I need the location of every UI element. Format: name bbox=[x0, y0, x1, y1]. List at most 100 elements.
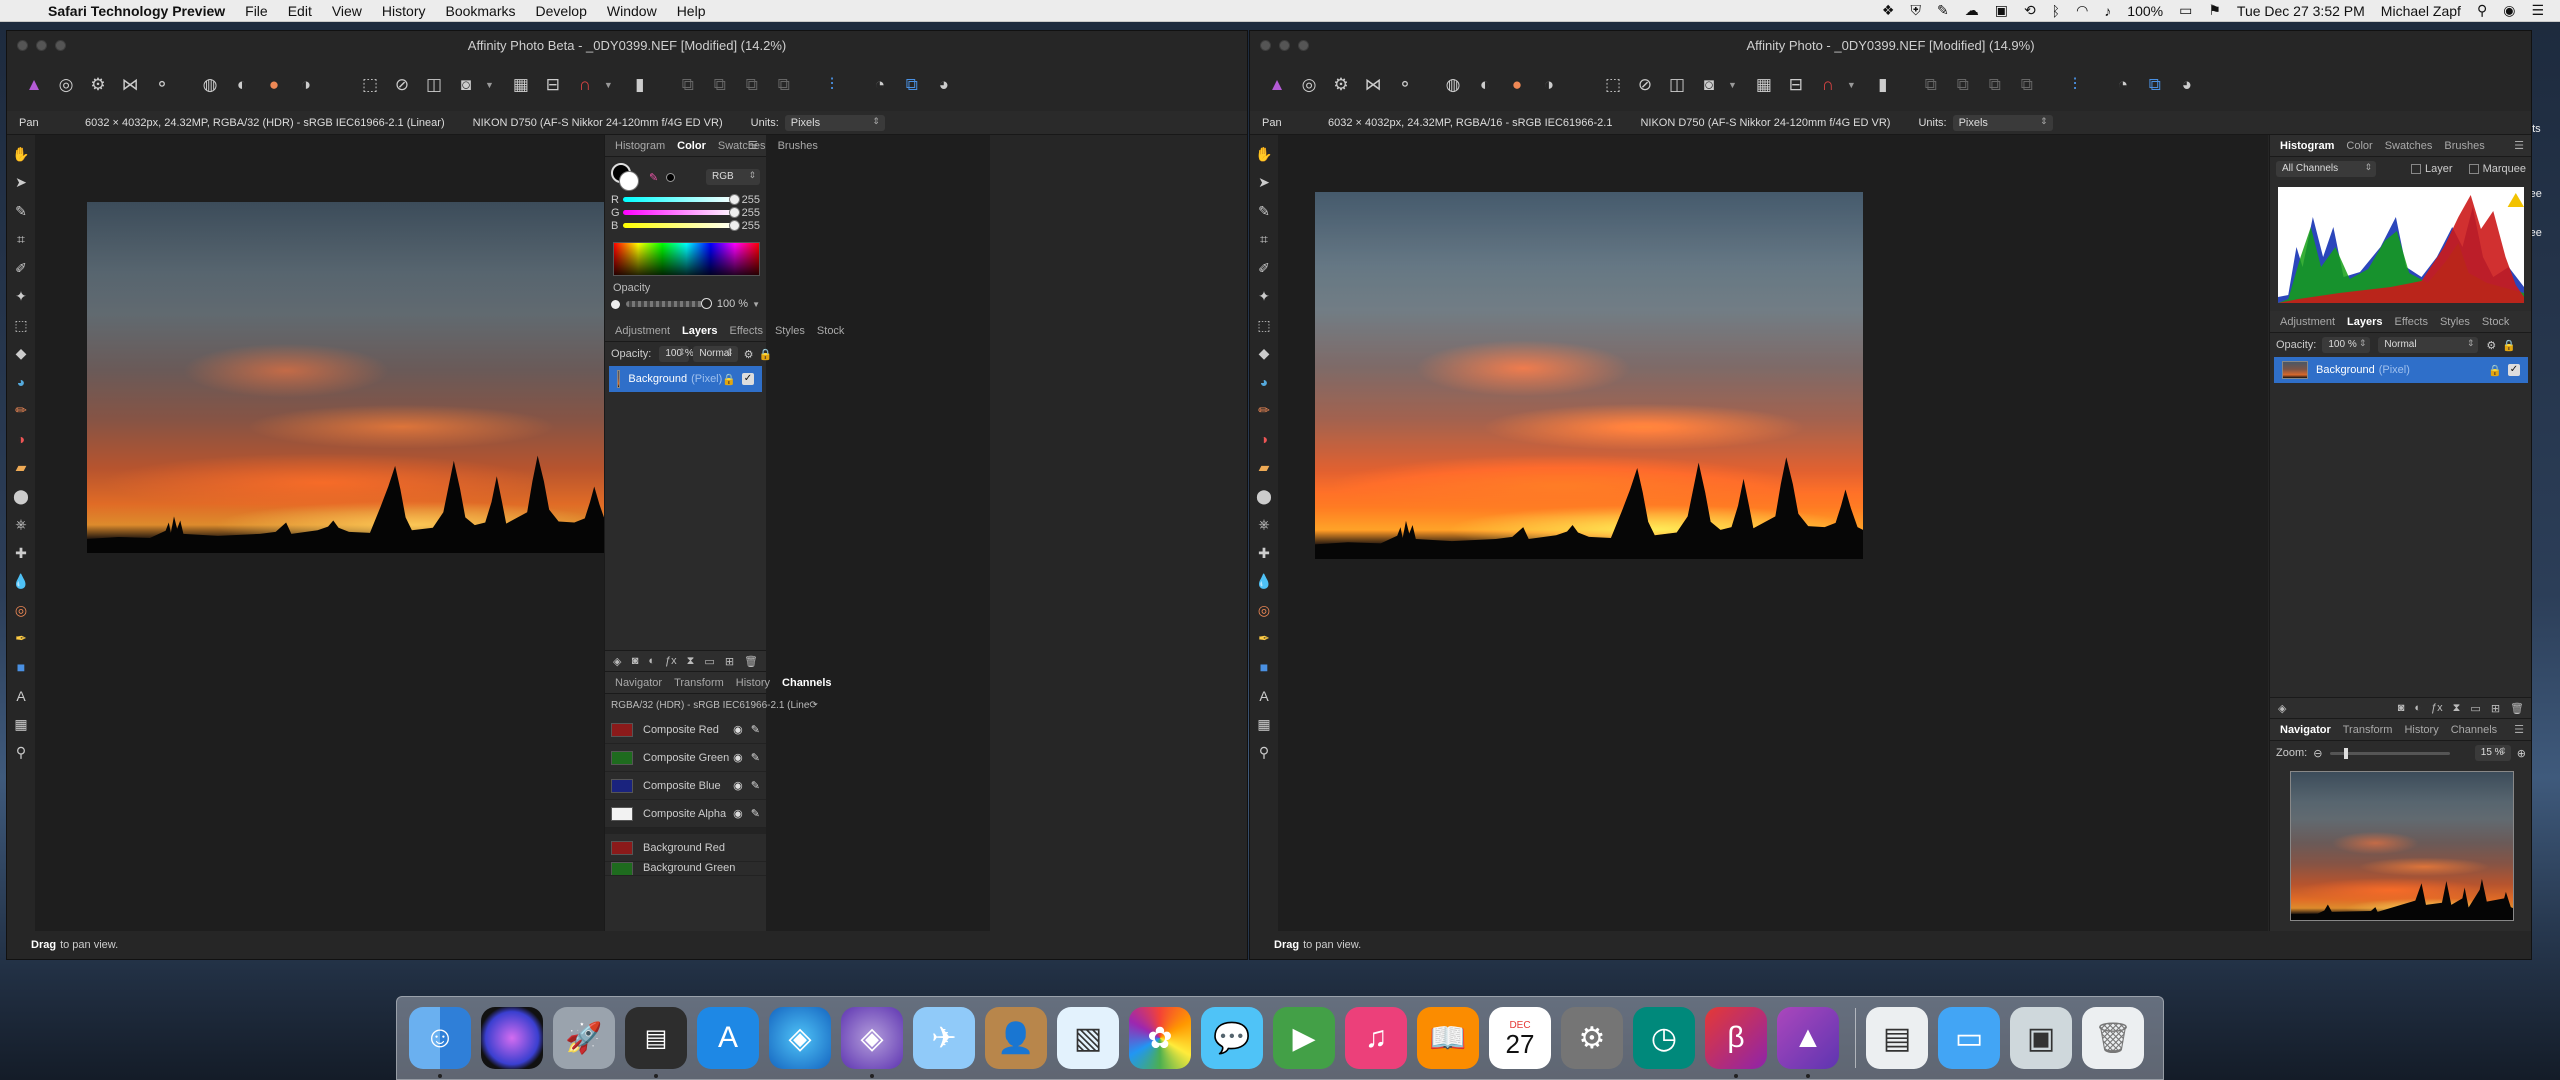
auto-levels-icon[interactable]: ◍ bbox=[1440, 72, 1466, 98]
live-filter-icon[interactable]: ⧗ bbox=[687, 655, 695, 668]
order-forward-icon[interactable]: ⧉ bbox=[1982, 72, 2008, 98]
system-preferences-icon[interactable]: ⚙ bbox=[1561, 1007, 1623, 1069]
auto-colors-icon[interactable]: ● bbox=[1504, 72, 1530, 98]
black-swatch-icon[interactable] bbox=[666, 172, 676, 182]
zoom-tool-icon[interactable]: ⚲ bbox=[10, 742, 32, 764]
eye-icon[interactable]: ◉ bbox=[733, 723, 743, 736]
fx-icon[interactable]: ƒx bbox=[665, 655, 677, 667]
tab-navigator[interactable]: Navigator bbox=[615, 677, 662, 689]
safari-technology-preview-icon[interactable]: ◈ bbox=[841, 1007, 903, 1078]
zoom-out-icon[interactable]: ⊖ bbox=[2313, 747, 2322, 760]
tab-histogram[interactable]: Histogram bbox=[615, 140, 665, 152]
channel-row[interactable]: Composite Red ◉ ✎ bbox=[605, 716, 766, 744]
order-backward-icon[interactable]: ⧉ bbox=[1950, 72, 1976, 98]
itunes-icon[interactable]: ♫ bbox=[1345, 1007, 1407, 1069]
channel-row[interactable]: Composite Green ◉ ✎ bbox=[605, 744, 766, 772]
menubar-user[interactable]: Michael Zapf bbox=[2381, 3, 2461, 19]
erase-tool-icon[interactable]: ▰ bbox=[10, 457, 32, 479]
notification-center-icon[interactable]: ☰ bbox=[2531, 2, 2544, 19]
layer-row-background[interactable]: Background (Pixel) 🔒 ✓ bbox=[609, 366, 762, 392]
auto-colors-icon[interactable]: ● bbox=[261, 72, 287, 98]
layer-lock-icon[interactable]: 🔒 bbox=[2502, 339, 2516, 352]
text-tool-icon[interactable]: A bbox=[10, 685, 32, 707]
assistant-icon[interactable]: ▮ bbox=[1870, 72, 1896, 98]
minimize-button[interactable] bbox=[36, 40, 47, 51]
healing-tool-icon[interactable]: ✚ bbox=[10, 542, 32, 564]
clone-tool-icon[interactable]: ⎈ bbox=[10, 514, 32, 536]
menu-history[interactable]: History bbox=[372, 3, 436, 19]
erase-tool-icon[interactable]: ▰ bbox=[1253, 457, 1275, 479]
auto-contrast-icon[interactable]: ◐ bbox=[229, 72, 255, 98]
safari-icon[interactable]: ◈ bbox=[769, 1007, 831, 1069]
selection-brush-tool-icon[interactable]: ✐ bbox=[10, 257, 32, 279]
tab-channels[interactable]: Channels bbox=[2451, 724, 2497, 736]
snapping-dropdown-icon[interactable]: ▼ bbox=[1847, 80, 1856, 90]
flood-fill-tool-icon[interactable]: ◆ bbox=[1253, 343, 1275, 365]
snapping-icon[interactable]: ⊟ bbox=[1783, 72, 1809, 98]
units-select[interactable]: Pixels bbox=[1952, 114, 2053, 131]
tab-transform[interactable]: Transform bbox=[2343, 724, 2393, 736]
clone-tool-icon[interactable]: ⎈ bbox=[1253, 514, 1275, 536]
tab-stock[interactable]: Stock bbox=[2482, 316, 2510, 328]
selection-brush-tool-icon[interactable]: ✐ bbox=[1253, 257, 1275, 279]
siri-icon[interactable]: ◉ bbox=[2503, 2, 2515, 19]
tab-color[interactable]: Color bbox=[2346, 140, 2372, 152]
healing-tool-icon[interactable]: ✚ bbox=[1253, 542, 1275, 564]
liquify-persona-icon[interactable]: ◎ bbox=[53, 72, 79, 98]
menu-view[interactable]: View bbox=[322, 3, 372, 19]
adjustment-layer-icon[interactable]: ◐ bbox=[648, 655, 655, 667]
screen-icon[interactable]: ▣ bbox=[1995, 2, 2008, 19]
pen-tool-icon[interactable]: ✒ bbox=[1253, 628, 1275, 650]
layer-opacity-select[interactable]: 100 % bbox=[2322, 337, 2371, 353]
order-front-icon[interactable]: ⧉ bbox=[2014, 72, 2040, 98]
export-persona-icon[interactable]: ⚬ bbox=[149, 72, 175, 98]
move-tool-icon[interactable]: ➤ bbox=[10, 172, 32, 194]
contacts-icon[interactable]: 👤 bbox=[985, 1007, 1047, 1069]
fx-icon[interactable]: ƒx bbox=[2431, 702, 2443, 714]
snapping-magnet-icon[interactable]: ∩ bbox=[1815, 72, 1841, 98]
quick-mask-icon[interactable]: ◙ bbox=[1696, 72, 1722, 98]
volume-icon[interactable]: ♪ bbox=[2104, 3, 2111, 19]
launchpad-icon[interactable]: 🚀 bbox=[553, 1007, 615, 1069]
opacity-value[interactable]: 100 % bbox=[714, 298, 748, 310]
document-canvas[interactable] bbox=[1278, 135, 2268, 931]
marquee-select-icon[interactable]: ⬚ bbox=[1600, 72, 1626, 98]
live-filter-icon[interactable]: ⧗ bbox=[2453, 702, 2461, 715]
menubar-clock[interactable]: Tue Dec 27 3:52 PM bbox=[2237, 3, 2365, 19]
opacity-slider[interactable] bbox=[626, 298, 713, 309]
deselect-icon[interactable]: ⊘ bbox=[389, 72, 415, 98]
pen-tool-icon[interactable]: ✒ bbox=[10, 628, 32, 650]
arrange-icon[interactable]: ◔ bbox=[2110, 72, 2136, 98]
eye-icon[interactable]: ◉ bbox=[733, 751, 743, 764]
tab-layers[interactable]: Layers bbox=[2347, 316, 2382, 328]
color-mode-select[interactable]: RGB bbox=[706, 169, 760, 185]
dashboard-icon[interactable]: ▤ bbox=[625, 1007, 687, 1078]
opacity-dropdown-icon[interactable]: ▼ bbox=[752, 300, 760, 309]
menu-app-name[interactable]: Safari Technology Preview bbox=[36, 3, 235, 19]
add-layer-icon[interactable]: ⊞ bbox=[2491, 702, 2500, 715]
siri-icon[interactable] bbox=[481, 1007, 543, 1069]
order-back-icon[interactable]: ⧉ bbox=[675, 72, 701, 98]
flood-select-tool-icon[interactable]: ✦ bbox=[1253, 286, 1275, 308]
channel-row[interactable]: Composite Alpha ◉ ✎ bbox=[605, 800, 766, 828]
tab-history[interactable]: History bbox=[2404, 724, 2438, 736]
tab-styles[interactable]: Styles bbox=[2440, 316, 2470, 328]
flood-fill-tool-icon[interactable]: ◆ bbox=[10, 343, 32, 365]
mesh-warp-tool-icon[interactable]: ▦ bbox=[10, 713, 32, 735]
navigator-preview[interactable] bbox=[2290, 771, 2514, 921]
folder-icon[interactable]: ▭ bbox=[1938, 1007, 2000, 1069]
layer-row-background[interactable]: Background (Pixel) 🔒 ✓ bbox=[2274, 357, 2528, 383]
color-picker-tool-icon[interactable]: ✎ bbox=[10, 200, 32, 222]
shield-icon[interactable]: ⛨ bbox=[1910, 2, 1921, 19]
histogram-channel-select[interactable]: All Channels bbox=[2276, 161, 2376, 177]
auto-white-balance-icon[interactable]: ◑ bbox=[293, 72, 319, 98]
quick-mask-dropdown-icon[interactable]: ▼ bbox=[1728, 80, 1737, 90]
menu-edit[interactable]: Edit bbox=[278, 3, 322, 19]
dropbox-icon[interactable]: ❖ bbox=[1882, 2, 1895, 19]
battery-percent[interactable]: 100% bbox=[2127, 3, 2163, 19]
blur-tool-icon[interactable]: 💧 bbox=[10, 571, 32, 593]
evernote-icon[interactable]: ✎ bbox=[1937, 2, 1949, 19]
tab-effects[interactable]: Effects bbox=[2395, 316, 2428, 328]
minimize-button[interactable] bbox=[1279, 40, 1290, 51]
affinity-photo-icon[interactable]: ▲ bbox=[1777, 1007, 1839, 1078]
